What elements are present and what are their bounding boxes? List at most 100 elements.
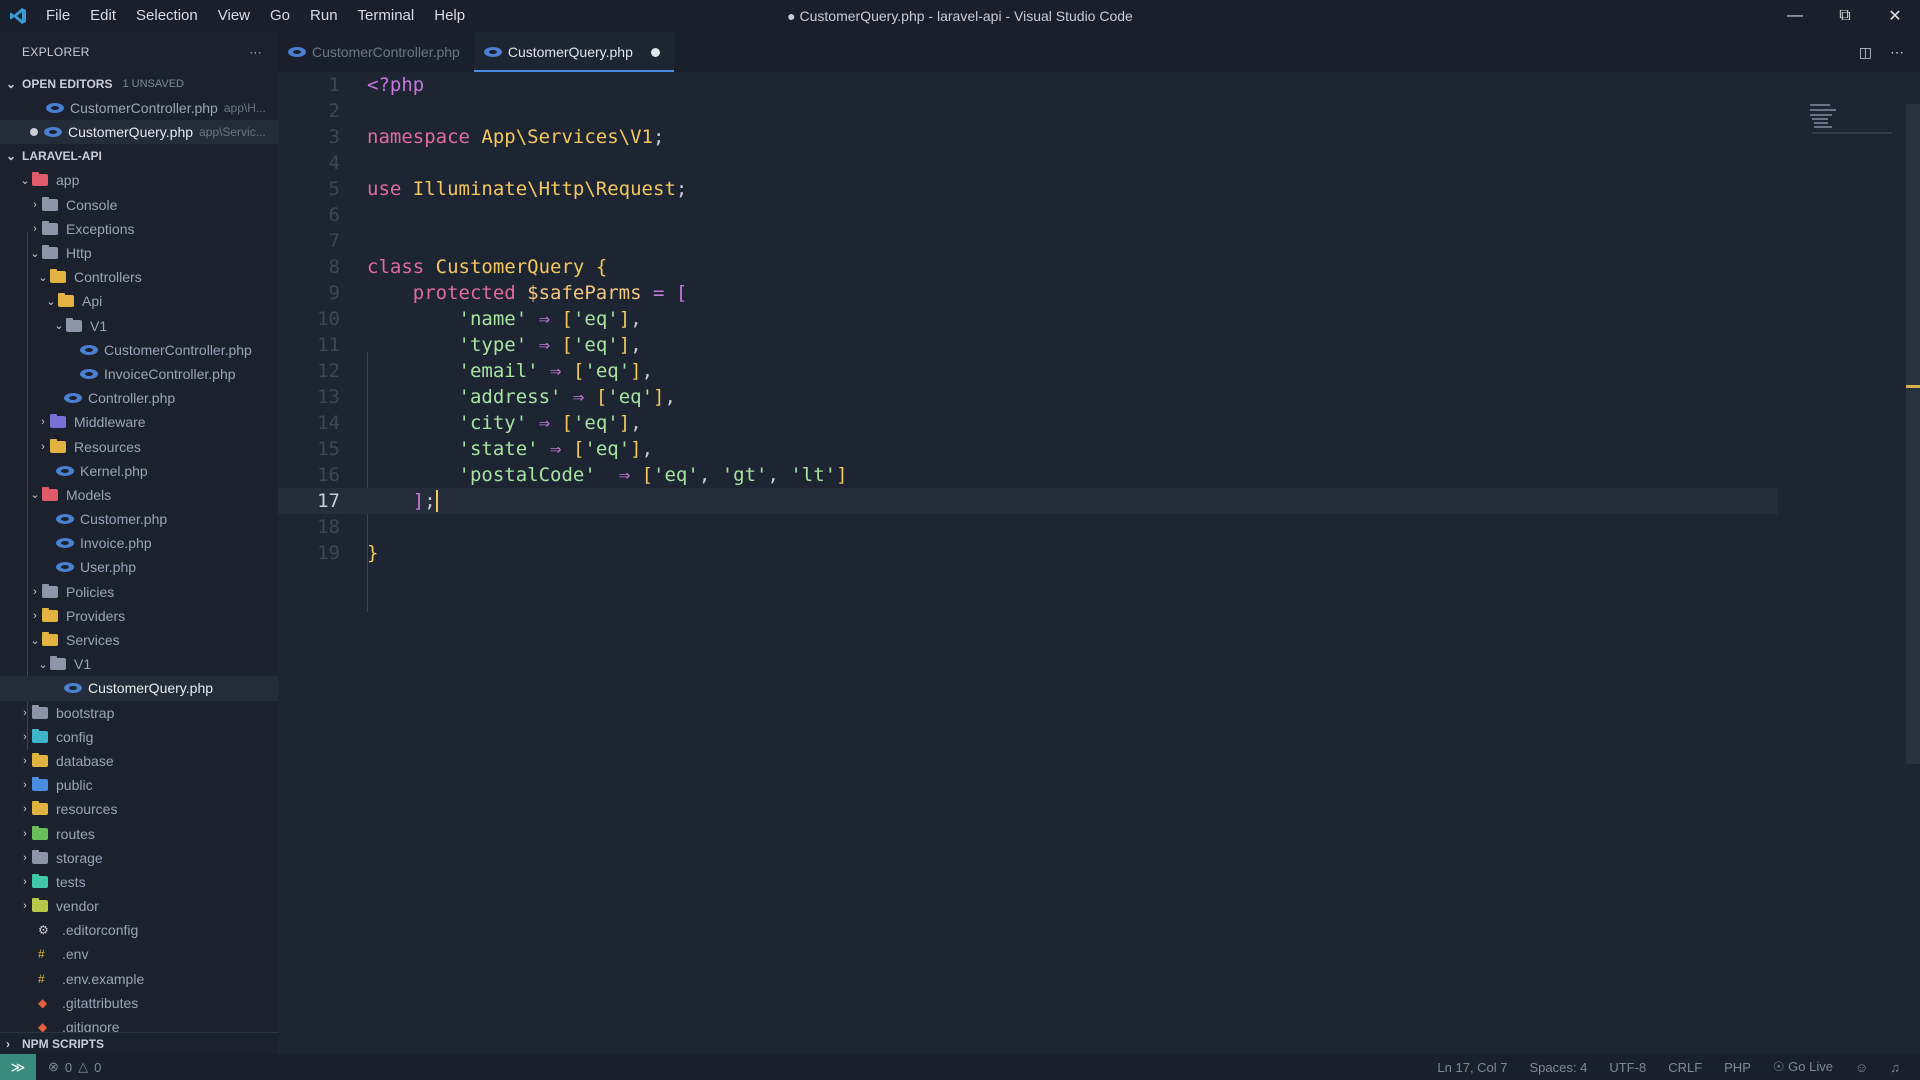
menu-file[interactable]: File [36, 0, 80, 32]
tree-folder-controllers[interactable]: ⌄ Controllers [0, 265, 278, 289]
vertical-scrollbar[interactable] [1906, 104, 1920, 764]
tree-folder-v1[interactable]: ⌄ V1 [0, 314, 278, 338]
more-actions-icon[interactable]: ⋯ [1890, 44, 1904, 61]
tree-folder-middleware[interactable]: › Middleware [0, 410, 278, 434]
tree-folder-models[interactable]: ⌄ Models [0, 483, 278, 507]
env-file-icon: # [38, 947, 45, 962]
open-editors-section[interactable]: ⌄ OPEN EDITORS 1 UNSAVED [0, 72, 278, 96]
code-line: 13 'address' ⇒ ['eq'], [278, 384, 1778, 410]
tree-file[interactable]: ⚙ .editorconfig [0, 918, 278, 942]
menu-help[interactable]: Help [424, 0, 475, 32]
array-key: 'postalCode' [458, 464, 596, 486]
tree-folder-resources[interactable]: › Resources [0, 434, 278, 458]
more-actions-icon[interactable]: ··· [249, 45, 262, 59]
tree-folder-api[interactable]: ⌄ Api [0, 289, 278, 313]
menu-view[interactable]: View [208, 0, 260, 32]
menu-selection[interactable]: Selection [126, 0, 208, 32]
npm-scripts-section[interactable]: › NPM SCRIPTS [0, 1032, 278, 1054]
chevron-right-icon: › [33, 198, 37, 211]
unsaved-dot-icon[interactable] [650, 47, 660, 57]
chevron-right-icon: › [23, 730, 27, 743]
line-number: 1 [328, 74, 340, 96]
unsaved-dot-icon[interactable] [30, 128, 38, 137]
tree-folder-config[interactable]: › config [0, 725, 278, 749]
code-line: 18 [278, 514, 1778, 540]
tree-folder-providers[interactable]: › Providers [0, 604, 278, 628]
menu-edit[interactable]: Edit [80, 0, 126, 32]
code-line: 10 'name' ⇒ ['eq'], [278, 306, 1778, 332]
tree-folder-services[interactable]: ⌄ Services [0, 628, 278, 652]
tree-folder-database[interactable]: › database [0, 749, 278, 773]
keyword: class [367, 256, 425, 278]
tree-folder-policies[interactable]: › Policies [0, 580, 278, 604]
line-ending[interactable]: CRLF [1668, 1060, 1702, 1075]
minimap[interactable] [1802, 102, 1892, 142]
editor-actions: ◫ ⋯ [1859, 32, 1904, 72]
arrow-operator: ⇒ [550, 438, 562, 460]
open-editor-item[interactable]: CustomerController.php app\H... [0, 96, 278, 120]
tree-folder-public[interactable]: › public [0, 773, 278, 797]
cursor-position-marker [1906, 385, 1920, 388]
tree-folder-http[interactable]: ⌄ Http [0, 241, 278, 265]
indentation[interactable]: Spaces: 4 [1530, 1060, 1588, 1075]
tree-file[interactable]: ◆ .gitattributes [0, 991, 278, 1015]
chevron-right-icon: › [23, 706, 27, 719]
language-mode[interactable]: PHP [1724, 1060, 1751, 1075]
code-line: 8 class CustomerQuery { [278, 254, 1778, 280]
feedback-icon[interactable]: ☺ [1855, 1060, 1868, 1075]
tree-file[interactable]: InvoiceController.php [0, 362, 278, 386]
code-editor[interactable]: 1 <?php 2 3 namespace App\Services\V1; 4 5… [278, 72, 1898, 1054]
tree-label: .env [62, 946, 89, 963]
split-editor-icon[interactable]: ◫ [1859, 44, 1872, 61]
tree-folder-tests[interactable]: › tests [0, 870, 278, 894]
code-line: 9 protected $safeParms = [ [278, 280, 1778, 306]
bell-icon[interactable]: ♫ [1890, 1060, 1900, 1075]
tree-folder-routes[interactable]: › routes [0, 821, 278, 845]
menu-terminal[interactable]: Terminal [348, 0, 425, 32]
project-section[interactable]: ⌄ LARAVEL-API [0, 144, 278, 168]
tree-folder-exceptions[interactable]: › Exceptions [0, 217, 278, 241]
tree-file[interactable]: Kernel.php [0, 459, 278, 483]
tab-customer-query[interactable]: CustomerQuery.php [473, 32, 674, 72]
tree-file[interactable]: Controller.php [0, 386, 278, 410]
tree-file[interactable]: CustomerController.php [0, 338, 278, 362]
arrow-operator: ⇒ [538, 334, 551, 356]
tree-file-selected[interactable]: CustomerQuery.php [0, 676, 278, 701]
array-key: 'address' [458, 386, 562, 408]
tab-customer-controller[interactable]: CustomerController.php [278, 32, 474, 72]
tree-file[interactable]: # .env [0, 942, 278, 966]
chevron-right-icon: › [33, 585, 37, 598]
tree-file[interactable]: User.php [0, 555, 278, 579]
restore-icon[interactable]: ⧉ [1820, 0, 1870, 32]
tree-folder-console[interactable]: › Console [0, 193, 278, 217]
tree-file[interactable]: Customer.php [0, 507, 278, 531]
tree-folder-resources[interactable]: › resources [0, 797, 278, 821]
tree-folder-storage[interactable]: › storage [0, 846, 278, 870]
open-editor-item[interactable]: CustomerQuery.php app\Servic... [0, 120, 278, 145]
tree-file[interactable]: Invoice.php [0, 531, 278, 555]
line-number: 4 [328, 152, 340, 174]
tree-label: CustomerController.php [104, 341, 252, 358]
php-file-icon [44, 127, 62, 138]
tree-folder-app[interactable]: ⌄ app [0, 168, 278, 192]
open-editor-label: CustomerQuery.php [68, 124, 194, 141]
remote-icon[interactable]: ≫ [0, 1054, 36, 1080]
go-live-button[interactable]: ☉ Go Live [1773, 1059, 1833, 1075]
problems-indicator[interactable]: ⊗ 0 △ 0 [36, 1059, 101, 1075]
tree-folder-v1[interactable]: ⌄ V1 [0, 652, 278, 676]
tree-folder-vendor[interactable]: › vendor [0, 894, 278, 918]
minimize-icon[interactable]: — [1770, 0, 1820, 32]
array-value: 'eq' [572, 412, 619, 434]
php-file-icon [483, 47, 502, 57]
folder-icon [50, 438, 66, 453]
code-line: 19} [278, 540, 1778, 566]
tree-folder-bootstrap[interactable]: › bootstrap [0, 701, 278, 725]
tree-file[interactable]: # .env.example [0, 967, 278, 991]
encoding[interactable]: UTF-8 [1609, 1060, 1646, 1075]
vscode-logo-icon [0, 0, 36, 32]
php-file-icon [80, 368, 98, 379]
menu-run[interactable]: Run [300, 0, 348, 32]
cursor-position[interactable]: Ln 17, Col 7 [1437, 1060, 1507, 1075]
menu-go[interactable]: Go [260, 0, 300, 32]
close-icon[interactable]: ✕ [1870, 0, 1920, 32]
